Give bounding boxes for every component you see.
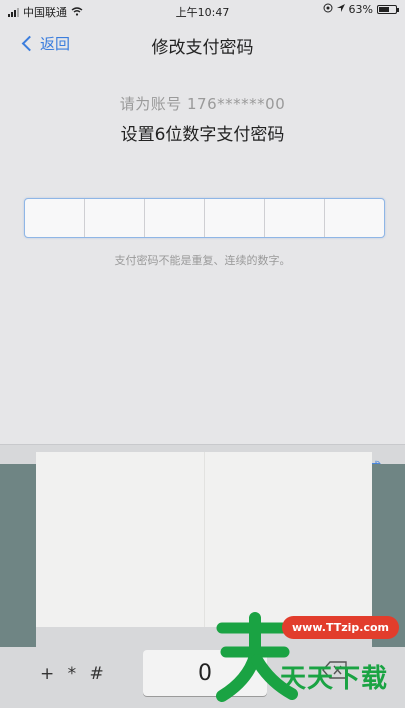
account-prompt: 请为账号 176******00	[119, 95, 286, 113]
status-right: 63%	[323, 3, 399, 16]
page-title: 修改支付密码	[151, 38, 254, 58]
pin-hint: 支付密码不能是重复、连续的数字。	[114, 254, 291, 267]
location-icon	[336, 3, 345, 16]
pin-input[interactable]	[24, 198, 385, 238]
main-prompt: 设置6位数字支付密码	[120, 125, 285, 145]
pin-cell[interactable]	[325, 199, 384, 237]
pin-cell[interactable]	[145, 199, 205, 237]
watermark-url: www.TTzip.com	[282, 616, 399, 639]
overlay-divider	[204, 452, 205, 627]
status-bar: 中国联通 上午10:47 63%	[0, 0, 405, 22]
nav-bar: 返回 修改支付密码	[0, 22, 405, 66]
symbols-key[interactable]: + * #	[40, 664, 108, 684]
battery-percent: 63%	[348, 3, 373, 16]
rotation-lock-icon	[323, 3, 333, 16]
pin-cell[interactable]	[85, 199, 145, 237]
pin-cell[interactable]	[265, 199, 325, 237]
overlay-left	[0, 464, 36, 647]
battery-fill	[379, 7, 389, 12]
pin-cell[interactable]	[205, 199, 265, 237]
battery-icon	[377, 5, 399, 14]
watermark: www.TTzip.com 天天下载	[212, 606, 402, 704]
watermark-text: 天天下载	[280, 664, 389, 694]
pin-cell[interactable]	[25, 199, 85, 237]
